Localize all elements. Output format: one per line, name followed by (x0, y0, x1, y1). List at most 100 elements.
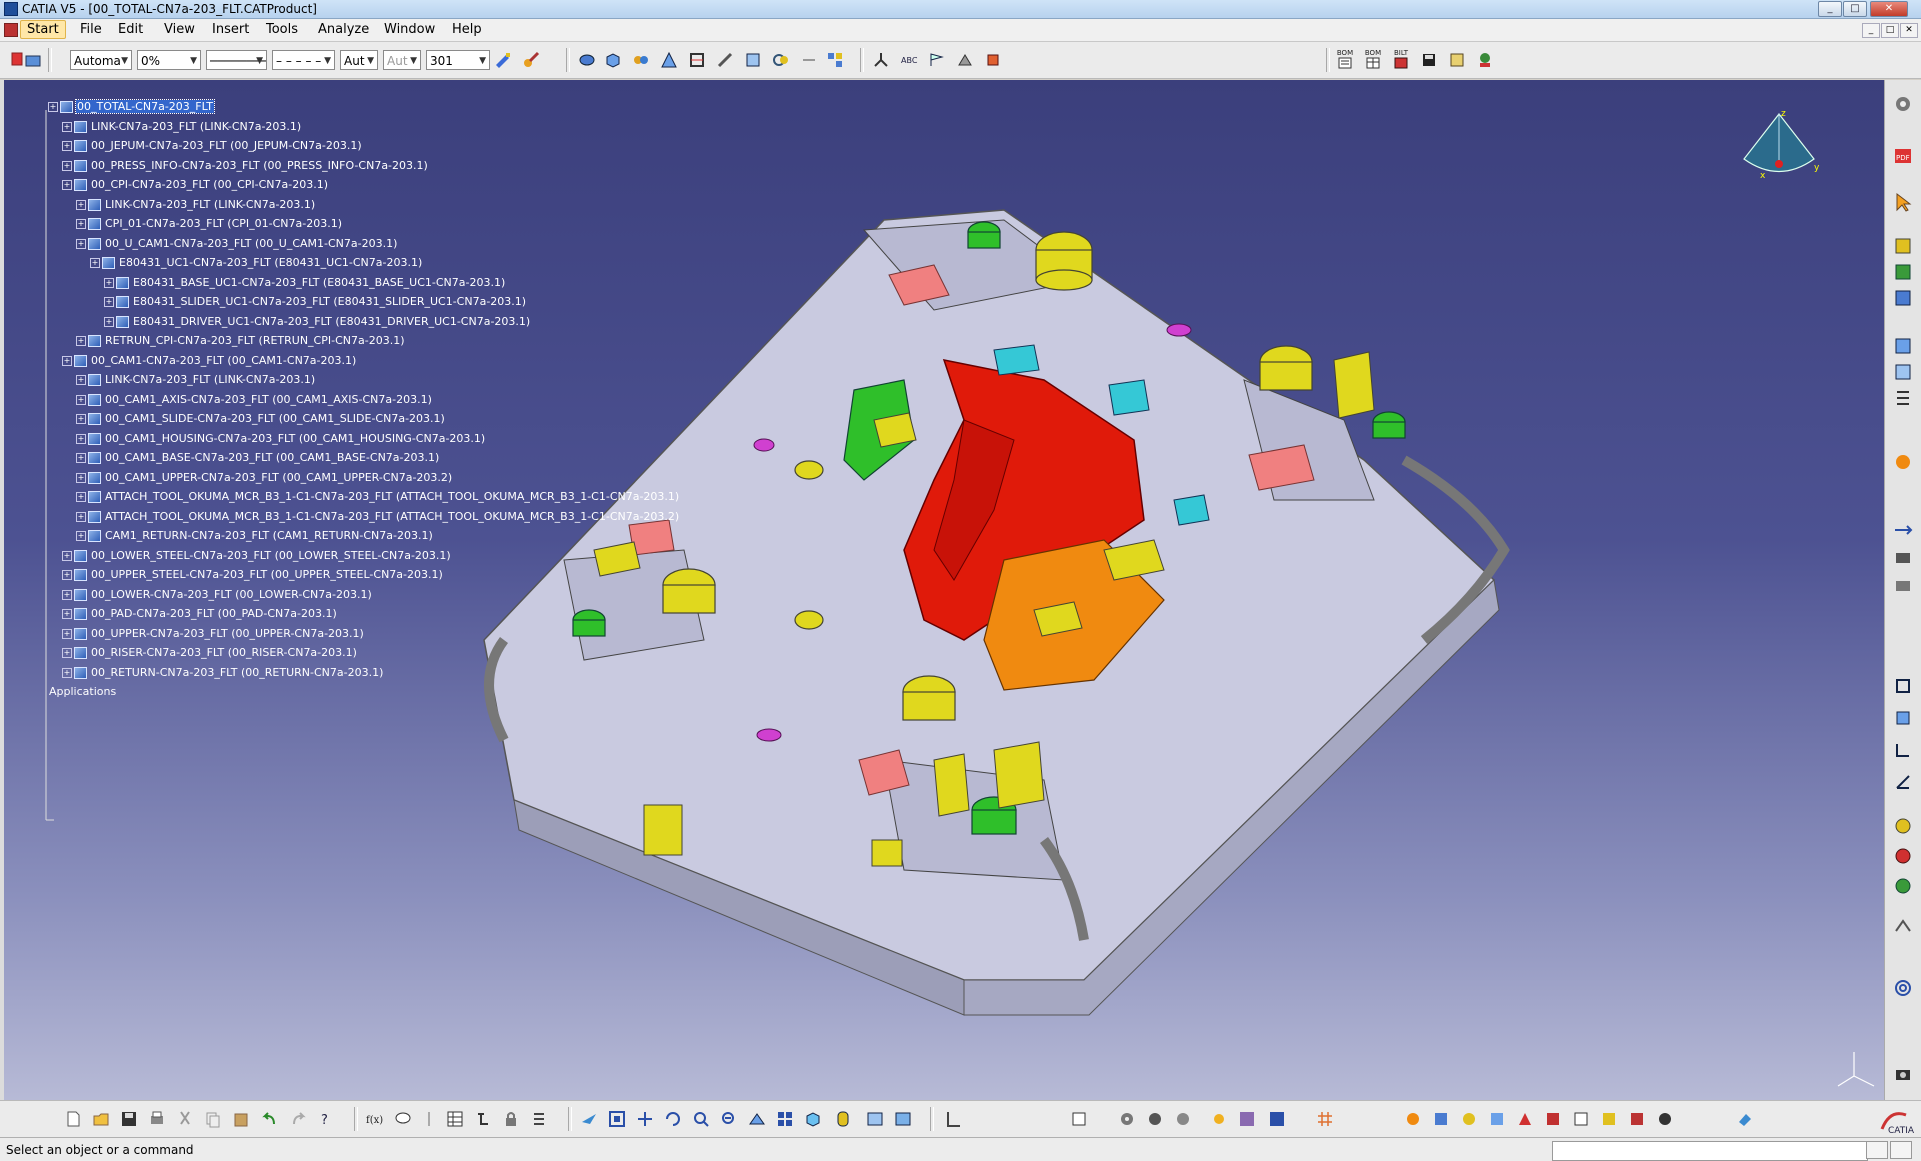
new-part-icon[interactable] (1893, 288, 1913, 308)
menu-edit[interactable]: Edit (118, 22, 143, 37)
assembly-icon[interactable] (632, 51, 650, 69)
menu-view[interactable]: View (164, 22, 195, 37)
pdf-export-icon[interactable]: PDF (1893, 146, 1913, 166)
layer-combo[interactable]: 301 ▼ (426, 50, 490, 70)
tree-expand-toggle[interactable]: + (76, 531, 86, 541)
close-button[interactable]: ✕ (1870, 1, 1908, 17)
tree-node[interactable]: +00_JEPUM-CN7a-203_FLT (00_JEPUM-CN7a-20… (62, 139, 363, 153)
tree-expand-toggle[interactable]: + (62, 570, 72, 580)
tool-8-icon[interactable] (1600, 1110, 1618, 1128)
open-folder-icon[interactable] (92, 1110, 110, 1128)
tree-node[interactable]: +00_LOWER-CN7a-203_FLT (00_LOWER-CN7a-20… (62, 588, 373, 602)
tree-expand-toggle[interactable]: + (76, 219, 86, 229)
menu-insert[interactable]: Insert (212, 22, 249, 37)
grid-pattern-icon[interactable] (1316, 1110, 1334, 1128)
tree-node[interactable]: +00_RISER-CN7a-203_FLT (00_RISER-CN7a-20… (62, 646, 358, 660)
iso-view-icon[interactable] (804, 1110, 822, 1128)
tree-node[interactable]: +00_CAM1_AXIS-CN7a-203_FLT (00_CAM1_AXIS… (76, 393, 433, 407)
tree-expand-toggle[interactable]: + (62, 160, 72, 171)
painter-icon[interactable] (494, 51, 512, 69)
tool-6-icon[interactable] (1544, 1110, 1562, 1128)
tree-node[interactable]: +00_UPPER-CN7a-203_FLT (00_UPPER-CN7a-20… (62, 627, 365, 641)
tree-expand-toggle[interactable]: + (76, 453, 86, 463)
snapshot-icon[interactable] (1070, 1110, 1088, 1128)
menu-help[interactable]: Help (452, 22, 482, 37)
doc-restore-button[interactable]: □ (1881, 23, 1899, 38)
tree-node[interactable]: + E80431_BASE_UC1-CN7a-203_FLT (E80431_BA… (104, 276, 506, 290)
measure-icon[interactable] (716, 51, 734, 69)
line-type-combo[interactable]: – – – – – ▼ (272, 50, 335, 70)
annotation-icon[interactable] (984, 51, 1002, 69)
move-icon[interactable] (1893, 520, 1913, 540)
power-input-field[interactable] (1552, 1141, 1868, 1161)
minimize-button[interactable]: _ (1818, 1, 1842, 17)
rotate-icon[interactable] (664, 1110, 682, 1128)
tool-9-icon[interactable] (1628, 1110, 1646, 1128)
bom-report-button[interactable]: BOM (1336, 50, 1354, 69)
graph-tree-icon[interactable] (1893, 388, 1913, 408)
tool-4-icon[interactable] (1488, 1110, 1506, 1128)
new-product-icon[interactable] (1893, 262, 1913, 282)
distance-icon[interactable] (800, 51, 818, 69)
existing-component-icon[interactable] (1893, 336, 1913, 356)
environment-icon[interactable] (1238, 1110, 1256, 1128)
tree-expand-toggle[interactable]: + (76, 199, 86, 210)
fix-together-icon[interactable] (1893, 846, 1913, 866)
catalog-icon[interactable] (1448, 51, 1466, 69)
tree-node[interactable]: + CAM1_RETURN-CN7a-203_FLT (CAM1_RETURN-C… (76, 529, 434, 543)
tree-expand-toggle[interactable]: + (104, 316, 114, 327)
cut-icon[interactable] (176, 1110, 194, 1128)
tree-expand-toggle[interactable]: + (62, 550, 72, 561)
brush-icon[interactable] (522, 51, 540, 69)
tree-expand-toggle[interactable]: + (48, 102, 58, 112)
camera-icon[interactable] (1893, 1064, 1913, 1084)
tree-node[interactable]: +00_U_CAM1-CN7a-203_FLT (00_U_CAM1-CN7a-… (76, 237, 398, 251)
formula-icon[interactable]: f(x) (366, 1110, 384, 1128)
tool-2-icon[interactable] (1432, 1110, 1450, 1128)
tree-root-node[interactable]: +00_TOTAL-CN7a-203_FLT (48, 99, 215, 114)
copy-icon[interactable] (204, 1110, 222, 1128)
spiral-icon[interactable] (1893, 978, 1913, 998)
knowledge-icon[interactable] (1476, 51, 1494, 69)
section-icon[interactable] (744, 51, 762, 69)
gear-settings-icon[interactable] (1118, 1110, 1136, 1128)
tree-expand-toggle[interactable]: + (62, 648, 72, 658)
tree-expand-toggle[interactable]: + (76, 336, 86, 346)
tree-expand-toggle[interactable]: + (62, 589, 72, 600)
tree-expand-toggle[interactable]: + (62, 355, 72, 366)
redo-icon[interactable] (290, 1110, 308, 1128)
snap-icon[interactable] (1893, 548, 1913, 568)
tool-3-icon[interactable] (1460, 1110, 1478, 1128)
bom-table-button[interactable]: BOM (1364, 50, 1382, 69)
status-button-1[interactable] (1866, 1141, 1888, 1159)
menu-file[interactable]: File (80, 22, 102, 37)
tree-node[interactable]: +00_CAM1_HOUSING-CN7a-203_FLT (00_CAM1_H… (76, 432, 486, 446)
tree-node[interactable]: +00_CAM1_UPPER-CN7a-203_FLT (00_CAM1_UPP… (76, 471, 453, 485)
shading-icon[interactable] (834, 1110, 852, 1128)
axis-system-icon[interactable] (872, 51, 890, 69)
transparency-combo[interactable]: 0% ▼ (137, 50, 201, 70)
swap-space-icon[interactable] (894, 1110, 912, 1128)
whats-this-icon[interactable]: ? (318, 1110, 336, 1128)
scene-icon[interactable] (1268, 1110, 1286, 1128)
fit-all-in-icon[interactable] (608, 1110, 626, 1128)
tree-node[interactable]: +00_LOWER_STEEL-CN7a-203_FLT (00_LOWER_S… (62, 549, 452, 563)
tree-node[interactable]: +00_CAM1-CN7a-203_FLT (00_CAM1-CN7a-203.… (62, 354, 357, 368)
lock-icon[interactable] (502, 1110, 520, 1128)
tree-node[interactable]: + E80431_SLIDER_UC1-CN7a-203_FLT (E80431_… (104, 295, 527, 309)
tree-expand-toggle[interactable]: + (76, 238, 86, 249)
text-annotation-icon[interactable]: ABC (900, 51, 918, 69)
undo-icon[interactable] (260, 1110, 278, 1128)
tree-node[interactable]: +00_PRESS_INFO-CN7a-203_FLT (00_PRESS_IN… (62, 159, 429, 173)
tree-expand-toggle[interactable]: + (104, 297, 114, 307)
stitch-icon[interactable] (1893, 916, 1913, 936)
weld-icon[interactable] (956, 51, 974, 69)
tree-node[interactable]: + LINK-CN7a-203_FLT (LINK-CN7a-203.1) (76, 373, 316, 387)
quick-constraint-icon[interactable] (1893, 876, 1913, 896)
tree-expand-toggle[interactable]: + (76, 492, 86, 502)
tree-node[interactable]: +00_CPI-CN7a-203_FLT (00_CPI-CN7a-203.1) (62, 178, 329, 192)
doc-close-button[interactable]: ✕ (1900, 23, 1918, 38)
tree-node[interactable]: +00_CAM1_SLIDE-CN7a-203_FLT (00_CAM1_SLI… (76, 412, 446, 426)
explode-icon[interactable] (826, 51, 844, 69)
list-icon[interactable] (530, 1110, 548, 1128)
